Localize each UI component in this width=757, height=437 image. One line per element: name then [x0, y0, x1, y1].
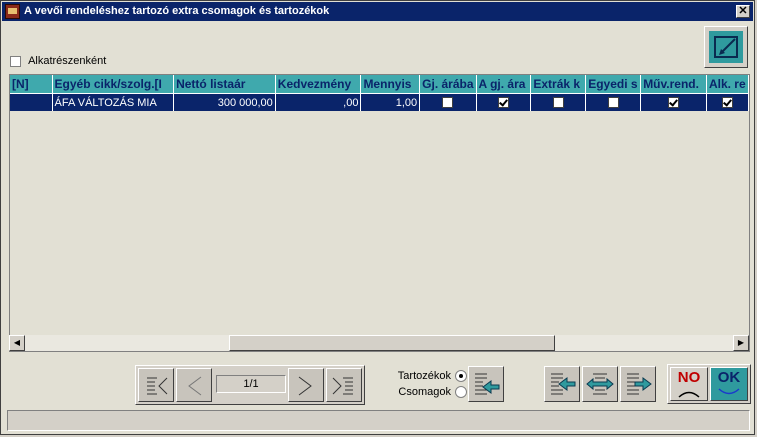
- last-page-button[interactable]: [326, 368, 362, 402]
- dialog-window: A vevői rendeléshez tartozó extra csomag…: [0, 0, 755, 435]
- col-discount-header[interactable]: Kedvezmény: [275, 75, 362, 94]
- edit-button[interactable]: [704, 26, 748, 68]
- gj-arab-checkbox[interactable]: [442, 97, 454, 109]
- move-both-icon: [586, 373, 614, 395]
- move-right-icon: [627, 373, 652, 395]
- window-title: A vevői rendeléshez tartozó extra csomag…: [24, 5, 330, 17]
- transfer-icon: [475, 373, 500, 395]
- smile-icon: [718, 388, 740, 395]
- pager: 1/1: [135, 365, 365, 405]
- scroll-right-icon[interactable]: ▶: [733, 335, 749, 351]
- move-right-button[interactable]: [620, 366, 656, 402]
- move-left-button[interactable]: [544, 366, 580, 402]
- col-alk-re-header[interactable]: Alk. re: [706, 75, 749, 94]
- horizontal-scrollbar[interactable]: ◀ ▶: [9, 335, 749, 351]
- col-item-header[interactable]: Egyéb cikk/szolg.[I: [52, 75, 175, 94]
- move-left-icon: [551, 373, 576, 395]
- cell-quantity[interactable]: 1,00: [360, 93, 421, 111]
- packages-radio[interactable]: [455, 386, 467, 399]
- by-part-option[interactable]: Alkatrészenként: [10, 55, 106, 68]
- packages-label: Csomagok: [398, 386, 451, 398]
- no-label: NO: [677, 369, 701, 386]
- cell-discount[interactable]: ,00: [275, 93, 362, 111]
- title-bar: A vevői rendeléshez tartozó extra csomag…: [2, 2, 753, 21]
- alk-re-checkbox[interactable]: [721, 97, 733, 109]
- status-bar: [7, 410, 750, 431]
- col-extrak-header[interactable]: Extrák k: [530, 75, 587, 94]
- muv-rend-checkbox[interactable]: [668, 97, 680, 109]
- by-part-label: Alkatrészenként: [28, 55, 107, 68]
- a-gj-ara-checkbox[interactable]: [497, 97, 509, 109]
- edit-icon: [709, 31, 743, 63]
- col-gj-arab-header[interactable]: Gj. árába: [419, 75, 477, 94]
- packages-option[interactable]: Csomagok: [393, 384, 467, 400]
- accessories-radio[interactable]: [455, 370, 467, 383]
- confirm-group: NO OK: [667, 364, 751, 404]
- close-icon[interactable]: ✕: [736, 5, 750, 18]
- move-both-button[interactable]: [582, 366, 618, 402]
- no-button[interactable]: NO: [670, 367, 708, 401]
- col-quantity-header[interactable]: Mennyis: [360, 75, 421, 94]
- scroll-thumb[interactable]: [229, 335, 555, 351]
- accessories-label: Tartozékok: [397, 370, 451, 382]
- cell-n[interactable]: [10, 93, 53, 111]
- last-page-icon: [332, 377, 353, 395]
- app-icon: [5, 4, 20, 19]
- first-page-icon: [147, 377, 168, 395]
- prev-page-button[interactable]: [176, 368, 212, 402]
- scroll-left-icon[interactable]: ◀: [9, 335, 25, 351]
- egyedi-checkbox[interactable]: [607, 97, 619, 109]
- first-page-button[interactable]: [138, 368, 174, 402]
- col-muv-rend-header[interactable]: Műv.rend.: [640, 75, 707, 94]
- page-indicator: 1/1: [216, 375, 286, 393]
- col-n-header[interactable]: [N]: [10, 75, 53, 94]
- grid-header-row: [N] Egyéb cikk/szolg.[I Nettó listaár Ke…: [10, 75, 749, 94]
- transfer-button[interactable]: [468, 366, 504, 402]
- frown-icon: [678, 391, 700, 398]
- by-part-checkbox[interactable]: [10, 55, 21, 67]
- next-page-button[interactable]: [288, 368, 324, 402]
- cell-net-price[interactable]: 300 000,00: [173, 93, 276, 111]
- col-egyedi-header[interactable]: Egyedi s: [585, 75, 642, 94]
- col-a-gj-ara-header[interactable]: A gj. ára: [476, 75, 532, 94]
- extrak-checkbox[interactable]: [552, 97, 564, 109]
- ok-label: OK: [717, 369, 741, 386]
- accessories-option[interactable]: Tartozékok: [393, 368, 467, 384]
- cell-item[interactable]: ÁFA VÁLTOZÁS MIA: [52, 93, 175, 111]
- ok-button[interactable]: OK: [710, 367, 748, 401]
- next-page-icon: [298, 376, 312, 396]
- scope-radio-group: Tartozékok Csomagok: [393, 368, 467, 400]
- col-net-price-header[interactable]: Nettó listaár: [173, 75, 276, 94]
- items-grid[interactable]: [N] Egyéb cikk/szolg.[I Nettó listaár Ke…: [9, 74, 750, 352]
- prev-page-icon: [188, 376, 202, 396]
- table-row[interactable]: ÁFA VÁLTOZÁS MIA 300 000,00 ,00 1,00: [10, 93, 749, 111]
